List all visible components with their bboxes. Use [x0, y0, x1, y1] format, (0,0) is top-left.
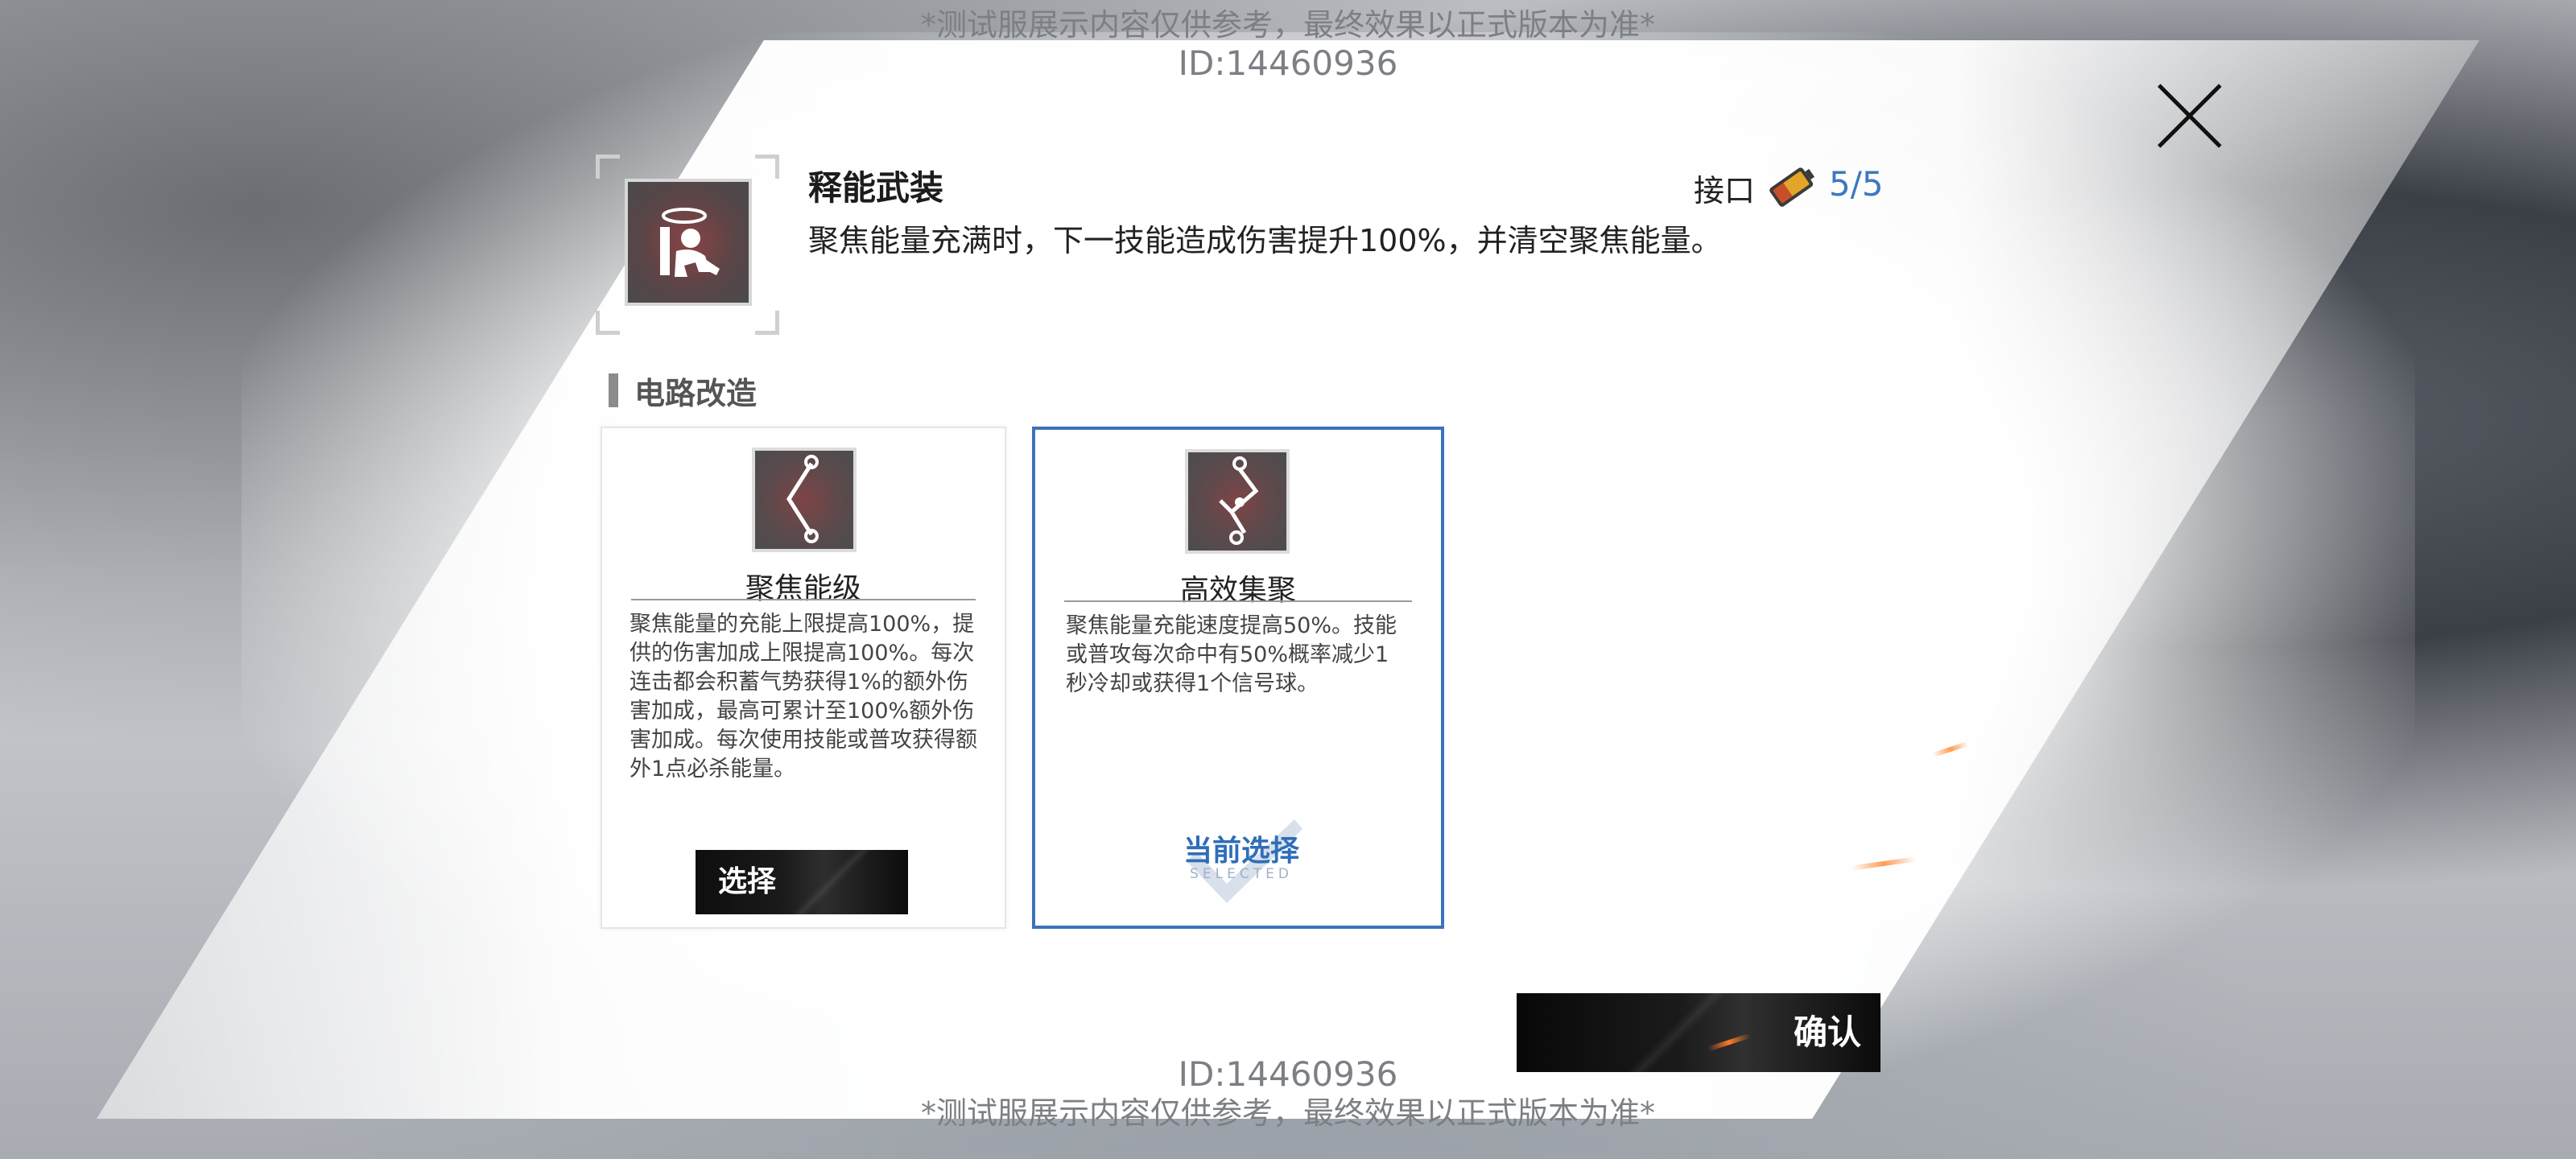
user-id-watermark: ID:14460936 [1178, 1054, 1398, 1094]
button-decoration [779, 850, 884, 914]
card-description: 聚焦能量充能速度提高50%。技能或普攻每次命中有50%概率减少1秒冷却或获得1个… [1066, 613, 1397, 696]
port-count: 5/5 [1829, 164, 1884, 204]
test-server-notice: *测试服展示内容仅供参考，最终效果以正式版本为准* [920, 1095, 1655, 1131]
card-description: 聚焦能量的充能上限提高100%，提供的伤害加成上限提高100%。每次连击都会积蓄… [630, 612, 977, 782]
test-server-notice: *测试服展示内容仅供参考，最终效果以正式版本为准* [920, 7, 1655, 43]
kneeling-figure-halo-icon [625, 179, 752, 306]
skill-title: 释能武装 [808, 168, 944, 208]
select-button-label: 选择 [718, 865, 777, 898]
select-button[interactable]: 选择 [696, 850, 908, 914]
skill-icon-frame [596, 155, 779, 335]
card-divider [631, 599, 976, 600]
card-title: 高效集聚 [1179, 574, 1296, 607]
close-icon [2157, 84, 2222, 148]
confirm-button-label: 确认 [1793, 1013, 1861, 1052]
section-header: 电路改造 [609, 372, 757, 411]
selected-label: 当前选择 [1183, 835, 1299, 868]
section-title: 电路改造 [634, 375, 758, 411]
skill-description: 聚焦能量充满时，下一技能造成伤害提升100%，并清空聚焦能量。 [808, 223, 1722, 258]
circuit-zigzag-icon [1185, 449, 1290, 554]
selected-sublabel: SELECTED [1190, 866, 1293, 882]
card-divider [1064, 600, 1412, 602]
circuit-option-card-selected[interactable]: 高效集聚 聚焦能量充能速度提高50%。技能或普攻每次命中有50%概率减少1秒冷却… [1032, 427, 1444, 929]
circuit-chevron-icon [752, 448, 857, 552]
close-button[interactable] [2151, 77, 2228, 155]
selected-indicator: 当前选择 SELECTED [1169, 803, 1314, 908]
port-battery-icon [1763, 161, 1821, 212]
card-title: 聚焦能级 [745, 572, 861, 605]
section-marker [609, 373, 618, 407]
circuit-option-card[interactable]: 聚焦能级 聚焦能量的充能上限提高100%，提供的伤害加成上限提高100%。每次连… [601, 427, 1006, 929]
port-label: 接口 [1694, 173, 1756, 208]
